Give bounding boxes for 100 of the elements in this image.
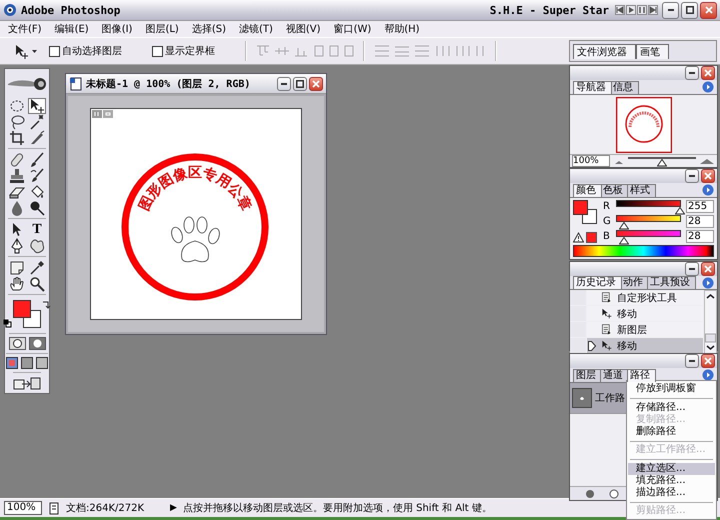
minimize-button[interactable] xyxy=(685,262,699,276)
tool-button[interactable] xyxy=(28,238,46,254)
palette-tab[interactable]: 路径 xyxy=(627,369,656,382)
close-button[interactable] xyxy=(701,66,715,80)
gamut-swatch[interactable] xyxy=(586,232,597,243)
checkbox[interactable] xyxy=(49,46,60,56)
tool-button[interactable] xyxy=(28,152,46,168)
palette-tab[interactable]: 图层 xyxy=(573,369,602,382)
tool-button[interactable] xyxy=(28,276,46,292)
menu-item[interactable]: 窗口(W) xyxy=(334,22,372,36)
foreground-swatch[interactable] xyxy=(13,300,31,318)
menu-item[interactable]: 视图(V) xyxy=(286,22,321,36)
stroke-path-icon[interactable] xyxy=(608,488,620,500)
maximize-button[interactable] xyxy=(293,76,307,90)
menu-item[interactable]: 滤镜(T) xyxy=(238,22,273,36)
close-button[interactable] xyxy=(701,354,715,368)
tool-button[interactable] xyxy=(8,130,26,146)
tool-button[interactable] xyxy=(28,168,46,184)
menu-item[interactable]: 停放到调板窗 xyxy=(628,383,715,395)
menu-item[interactable]: 图层(L) xyxy=(145,22,179,36)
palette-tab[interactable]: 导航器 xyxy=(573,81,612,94)
tool-button[interactable]: T xyxy=(28,222,46,238)
standard-mode-icon[interactable] xyxy=(8,337,26,350)
crop-icon xyxy=(9,130,25,146)
zoom-field[interactable]: 100% xyxy=(572,155,610,167)
palette-menu-icon[interactable] xyxy=(702,369,714,381)
palette-tab[interactable]: 通道 xyxy=(600,369,629,382)
scrollbar[interactable] xyxy=(704,290,717,354)
menu-item[interactable]: 填充路径... xyxy=(628,474,715,486)
channel-value-field[interactable]: 28 xyxy=(686,230,714,243)
status-menu-arrow[interactable]: ▶ xyxy=(170,503,177,513)
maximize-button[interactable] xyxy=(681,2,698,18)
zoom-field[interactable]: 100% xyxy=(4,501,42,515)
jump-to-icon[interactable] xyxy=(13,376,41,391)
color-spectrum-bar[interactable] xyxy=(573,245,714,257)
history-item[interactable]: 移动 xyxy=(587,338,703,353)
previous-icon[interactable] xyxy=(615,5,625,15)
close-button[interactable] xyxy=(701,169,715,183)
minimize-button[interactable] xyxy=(662,2,679,18)
tool-button[interactable] xyxy=(8,276,26,292)
palette-tab[interactable]: 信息 xyxy=(610,81,639,94)
song-caption: S.H.E - Super Star xyxy=(490,4,609,16)
tool-button[interactable] xyxy=(8,168,26,184)
palette-tab[interactable]: 历史记录 xyxy=(573,276,622,289)
close-button[interactable] xyxy=(700,2,717,18)
palette-menu-icon[interactable] xyxy=(702,184,714,196)
screen-mode-icon[interactable] xyxy=(6,357,18,369)
fill-path-icon[interactable] xyxy=(584,488,596,500)
maximize-icon xyxy=(686,6,694,14)
minimize-button[interactable] xyxy=(685,354,699,368)
document-icon xyxy=(69,76,83,90)
menu-item[interactable]: 存储路径... xyxy=(628,402,715,414)
palette-tab[interactable]: 样式 xyxy=(627,184,656,197)
minimize-button[interactable] xyxy=(685,169,699,183)
default-colors-icon[interactable] xyxy=(3,319,12,328)
minimize-button[interactable] xyxy=(277,76,291,90)
close-button[interactable] xyxy=(701,262,715,276)
screen-mode-icon[interactable] xyxy=(21,357,33,369)
menu-item[interactable]: 文件(F) xyxy=(8,22,42,36)
pause-icon[interactable] xyxy=(637,5,647,15)
menu-item[interactable]: 删除路径 xyxy=(628,426,715,438)
tool-button[interactable] xyxy=(28,98,46,114)
close-button[interactable] xyxy=(309,76,323,90)
palette-tab[interactable]: 颜色 xyxy=(573,184,602,197)
tool-button[interactable] xyxy=(28,130,46,146)
menu-item[interactable]: 建立选区... xyxy=(628,462,715,474)
play-icon[interactable] xyxy=(626,5,636,15)
menu-item[interactable]: 帮助(H) xyxy=(384,22,420,36)
move-icon[interactable] xyxy=(14,44,29,58)
palette-tab[interactable]: 文件浏览器 xyxy=(573,44,636,59)
feather-eye-logo-drawing[interactable] xyxy=(6,75,48,93)
checkbox[interactable] xyxy=(152,46,163,56)
menu-item[interactable]: 图像(I) xyxy=(102,22,132,36)
foreground-swatch[interactable] xyxy=(573,200,588,215)
paw-print-icon xyxy=(171,216,220,262)
path-thumbnail-icon xyxy=(572,388,592,408)
minimize-button[interactable] xyxy=(685,66,699,80)
palette-menu-icon[interactable] xyxy=(702,81,714,93)
palette-tab[interactable]: 工具预设 xyxy=(647,276,696,289)
checkbox-label: 显示定界框 xyxy=(165,44,215,58)
palette-menu-icon[interactable] xyxy=(702,276,714,288)
tool-button[interactable] xyxy=(8,260,26,276)
tool-button[interactable] xyxy=(28,114,46,130)
move-icon xyxy=(601,340,612,351)
history-pointer-icon[interactable] xyxy=(588,340,596,350)
tool-button[interactable] xyxy=(8,98,26,114)
menu-item[interactable]: 编辑(E) xyxy=(54,22,89,36)
channel-value-field[interactable]: 255 xyxy=(686,200,714,213)
channel-value-field[interactable]: 28 xyxy=(686,215,714,228)
tool-button[interactable] xyxy=(28,260,46,276)
zoom-in-icon[interactable] xyxy=(699,156,715,166)
next-icon[interactable] xyxy=(648,5,658,15)
quick-mask-icon[interactable] xyxy=(28,337,46,350)
swap-arrow-icon[interactable] xyxy=(42,300,51,309)
slider-thumb[interactable] xyxy=(675,207,685,215)
palette-tab[interactable]: 画笔 xyxy=(636,44,669,59)
screen-mode-icon[interactable] xyxy=(36,357,48,369)
menu-item[interactable]: 选择(S) xyxy=(192,22,226,36)
caret-icon[interactable] xyxy=(32,50,37,52)
eyedropper-icon xyxy=(29,260,45,276)
